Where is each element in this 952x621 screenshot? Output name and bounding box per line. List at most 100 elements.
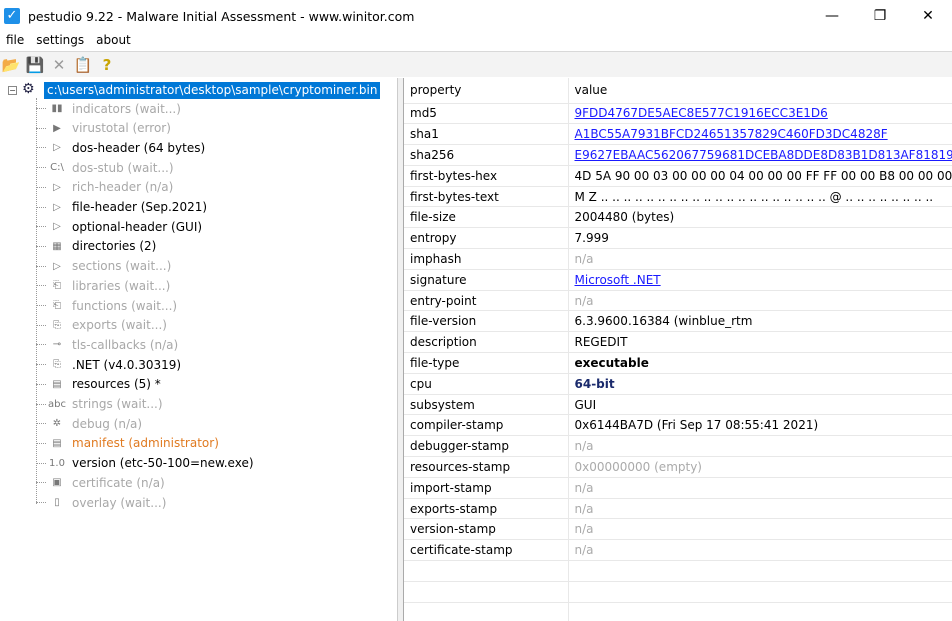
save-icon[interactable]: 💾 [26,56,45,74]
value-text: n/a [574,439,594,454]
column-header-value[interactable]: value [568,78,952,104]
menu-settings[interactable]: settings [30,32,90,50]
expand-arrow-icon: ▷ [53,260,61,272]
table-row[interactable]: subsystem GUI [404,394,952,416]
value-text: REGEDIT [574,335,628,350]
property-cell: sha1 [404,123,569,146]
table-row[interactable]: debugger-stamp n/a [404,435,952,458]
property-cell: signature [404,269,569,291]
table-row[interactable]: sha256 E9627EBAAC562067759681DCEBA8DDE8D8… [404,144,952,166]
certificate-icon: ▣ [52,477,62,489]
maximize-button[interactable]: ❐ [856,0,904,32]
table-row[interactable]: version-stamp n/a [404,518,952,541]
minimize-button[interactable]: — [808,0,856,32]
tree-item[interactable]: 1.0 version (etc-50-100=new.exe) [36,454,254,473]
value-text: executable [574,355,649,370]
table-row[interactable]: signature Microsoft .NET [404,269,952,291]
table-row[interactable]: md5 9FDD4767DE5AEC8E577C1916ECC3E1D6 [404,103,952,125]
value-text: 64-bit [574,376,615,391]
tree-line [36,206,46,208]
table-row[interactable]: certificate-stamp n/a [404,539,952,562]
tree-item[interactable]: ✲ debug (n/a) [36,414,142,433]
tree-item[interactable]: ▷ file-header (Sep.2021) [36,198,207,217]
menu-file[interactable]: file [0,32,30,50]
value-text: 4D 5A 90 00 03 00 00 00 04 00 00 00 FF F… [574,168,952,183]
property-cell: file-size [404,206,569,229]
property-cell: subsystem [404,394,569,416]
tree-item[interactable]: abc strings (wait...) [36,395,163,414]
table-row[interactable]: resources-stamp 0x00000000 (empty) [404,456,952,478]
tree-item[interactable]: ▤ manifest (administrator) [36,434,219,453]
menu-about[interactable]: about [90,32,137,50]
value-text: n/a [574,480,594,495]
tree-item-label: manifest (administrator) [72,436,219,451]
table-row[interactable]: import-stamp n/a [404,477,952,499]
tree-item[interactable]: ⎗ functions (wait...) [36,296,177,315]
value-text: n/a [574,543,594,558]
tree-item[interactable]: ⎗ libraries (wait...) [36,276,170,295]
table-row[interactable]: file-size 2004480 (bytes) [404,206,952,229]
tree-item[interactable]: ⎘ exports (wait...) [36,316,167,335]
tls-callbacks-icon: ⊸ [52,339,62,351]
value-text[interactable]: Microsoft .NET [575,273,661,287]
property-cell: description [404,331,569,354]
table-row[interactable]: description REGEDIT [404,331,952,354]
tree-root-label[interactable]: c:\users\administrator\desktop\sample\cr… [44,81,381,99]
help-icon[interactable]: ? [98,56,116,74]
tree-item[interactable]: C:\ dos-stub (wait...) [36,158,174,177]
table-row[interactable]: entropy 7.999 [404,227,952,250]
property-cell: cpu [404,373,569,395]
column-header-property[interactable]: property [404,78,569,104]
table-row[interactable]: first-bytes-hex 4D 5A 90 00 03 00 00 00 0… [404,165,952,187]
value-text[interactable]: A1BC55A7931BFCD24651357829C460FD3DC4828F [575,127,888,141]
tree-item[interactable]: ▦ directories (2) [36,237,156,256]
table-row[interactable]: file-type executable [404,352,952,374]
tree-line [36,226,46,228]
collapse-icon[interactable]: − [8,85,17,95]
tree-item[interactable]: ⎘ .NET (v4.0.30319) [36,355,181,374]
value-cell: n/a [568,290,952,312]
property-cell: sha256 [404,144,569,166]
tree-line [36,462,46,464]
tree-item[interactable]: ▯ overlay (wait...) [36,493,166,512]
property-cell: md5 [404,103,569,125]
tree-item[interactable]: ▷ rich-header (n/a) [36,178,173,197]
resources-icon: ▤ [52,378,62,390]
value-text[interactable]: 9FDD4767DE5AEC8E577C1916ECC3E1D6 [575,106,828,120]
table-row[interactable]: first-bytes-text M Z .. .. .. .. .. .. ..… [404,186,952,208]
table-row[interactable]: exports-stamp n/a [404,498,952,520]
tree-item[interactable]: ▷ dos-header (64 bytes) [36,138,205,157]
table-row[interactable]: entry-point n/a [404,290,952,312]
table-row[interactable]: imphash n/a [404,248,952,270]
tree-item[interactable]: ▷ sections (wait...) [36,257,171,276]
value-text[interactable]: E9627EBAAC562067759681DCEBA8DDE8D83B1D81… [575,148,952,162]
value-text: M Z .. .. .. .. .. .. .. .. .. .. .. .. … [574,189,934,204]
tree-item[interactable]: ▤ resources (5) * [36,375,161,394]
value-cell: 6.3.9600.16384 (winblue_rtm [568,310,952,333]
close-button[interactable]: ✕ [904,0,952,32]
libraries-icon: ⎗ [53,280,61,292]
value-cell[interactable]: 9FDD4767DE5AEC8E577C1916ECC3E1D6 [568,103,952,125]
tree-item[interactable]: ▮▮ indicators (wait...) [36,99,181,118]
clipboard-icon[interactable]: 📋 [74,56,93,74]
open-folder-icon[interactable]: 📂 [2,56,21,74]
tree-item[interactable]: ▷ optional-header (GUI) [36,217,202,236]
value-cell[interactable]: Microsoft .NET [568,269,952,291]
table-row[interactable]: sha1 A1BC55A7931BFCD24651357829C460FD3DC4… [404,123,952,146]
tree-item[interactable]: ▣ certificate (n/a) [36,473,165,492]
table-row[interactable]: file-version 6.3.9600.16384 (winblue_rtm [404,310,952,333]
tree-root[interactable]: − ⚙ c:\users\administrator\desktop\sampl… [8,81,381,99]
property-cell: debugger-stamp [404,435,569,458]
property-cell: certificate-stamp [404,539,569,562]
property-cell: file-version [404,310,569,333]
tree-line [36,403,46,405]
table-row[interactable]: compiler-stamp 0x6144BA7D (Fri Sep 17 08:… [404,414,952,437]
value-cell[interactable]: A1BC55A7931BFCD24651357829C460FD3DC4828F [568,123,952,146]
table-row[interactable]: cpu 64-bit [404,373,952,395]
tree-item[interactable]: ▶ virustotal (error) [36,119,171,138]
value-cell[interactable]: E9627EBAAC562067759681DCEBA8DDE8D83B1D81… [568,144,952,166]
delete-icon[interactable]: ✕ [50,56,68,74]
tree-line [36,364,46,366]
tree-item-label: .NET (v4.0.30319) [72,357,182,372]
tree-item[interactable]: ⊸ tls-callbacks (n/a) [36,335,178,354]
